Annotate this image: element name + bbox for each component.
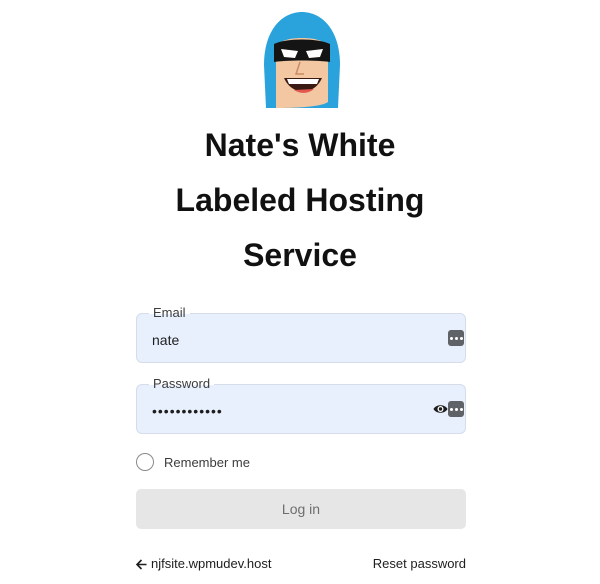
page-title: Nate's White Labeled Hosting Service	[100, 118, 500, 283]
title-line: Labeled Hosting	[175, 182, 425, 218]
email-input[interactable]	[152, 331, 422, 349]
password-manager-icon[interactable]	[448, 401, 464, 417]
reset-password-link[interactable]: Reset password	[373, 556, 466, 572]
back-to-site-label: njfsite.wpmudev.host	[151, 556, 272, 571]
login-button[interactable]: Log in	[136, 489, 466, 529]
eye-icon[interactable]	[433, 403, 448, 415]
arrow-left-icon	[136, 558, 147, 570]
email-field[interactable]: Email	[136, 305, 466, 363]
password-input[interactable]	[152, 402, 422, 420]
password-manager-icon[interactable]	[448, 330, 464, 346]
title-line: Service	[243, 237, 357, 273]
password-label: Password	[149, 376, 215, 392]
login-page: Nate's White Labeled Hosting Service Ema…	[0, 0, 600, 584]
password-field[interactable]: Password	[136, 376, 466, 434]
back-to-site-link[interactable]: njfsite.wpmudev.host	[136, 556, 271, 572]
remember-me-label: Remember me	[164, 454, 250, 470]
mascot-logo-icon	[264, 12, 340, 108]
email-label: Email	[149, 305, 190, 321]
remember-me-checkbox[interactable]: Remember me	[136, 452, 250, 472]
title-line: Nate's White	[204, 127, 396, 163]
remember-me-toggle[interactable]	[136, 453, 154, 471]
